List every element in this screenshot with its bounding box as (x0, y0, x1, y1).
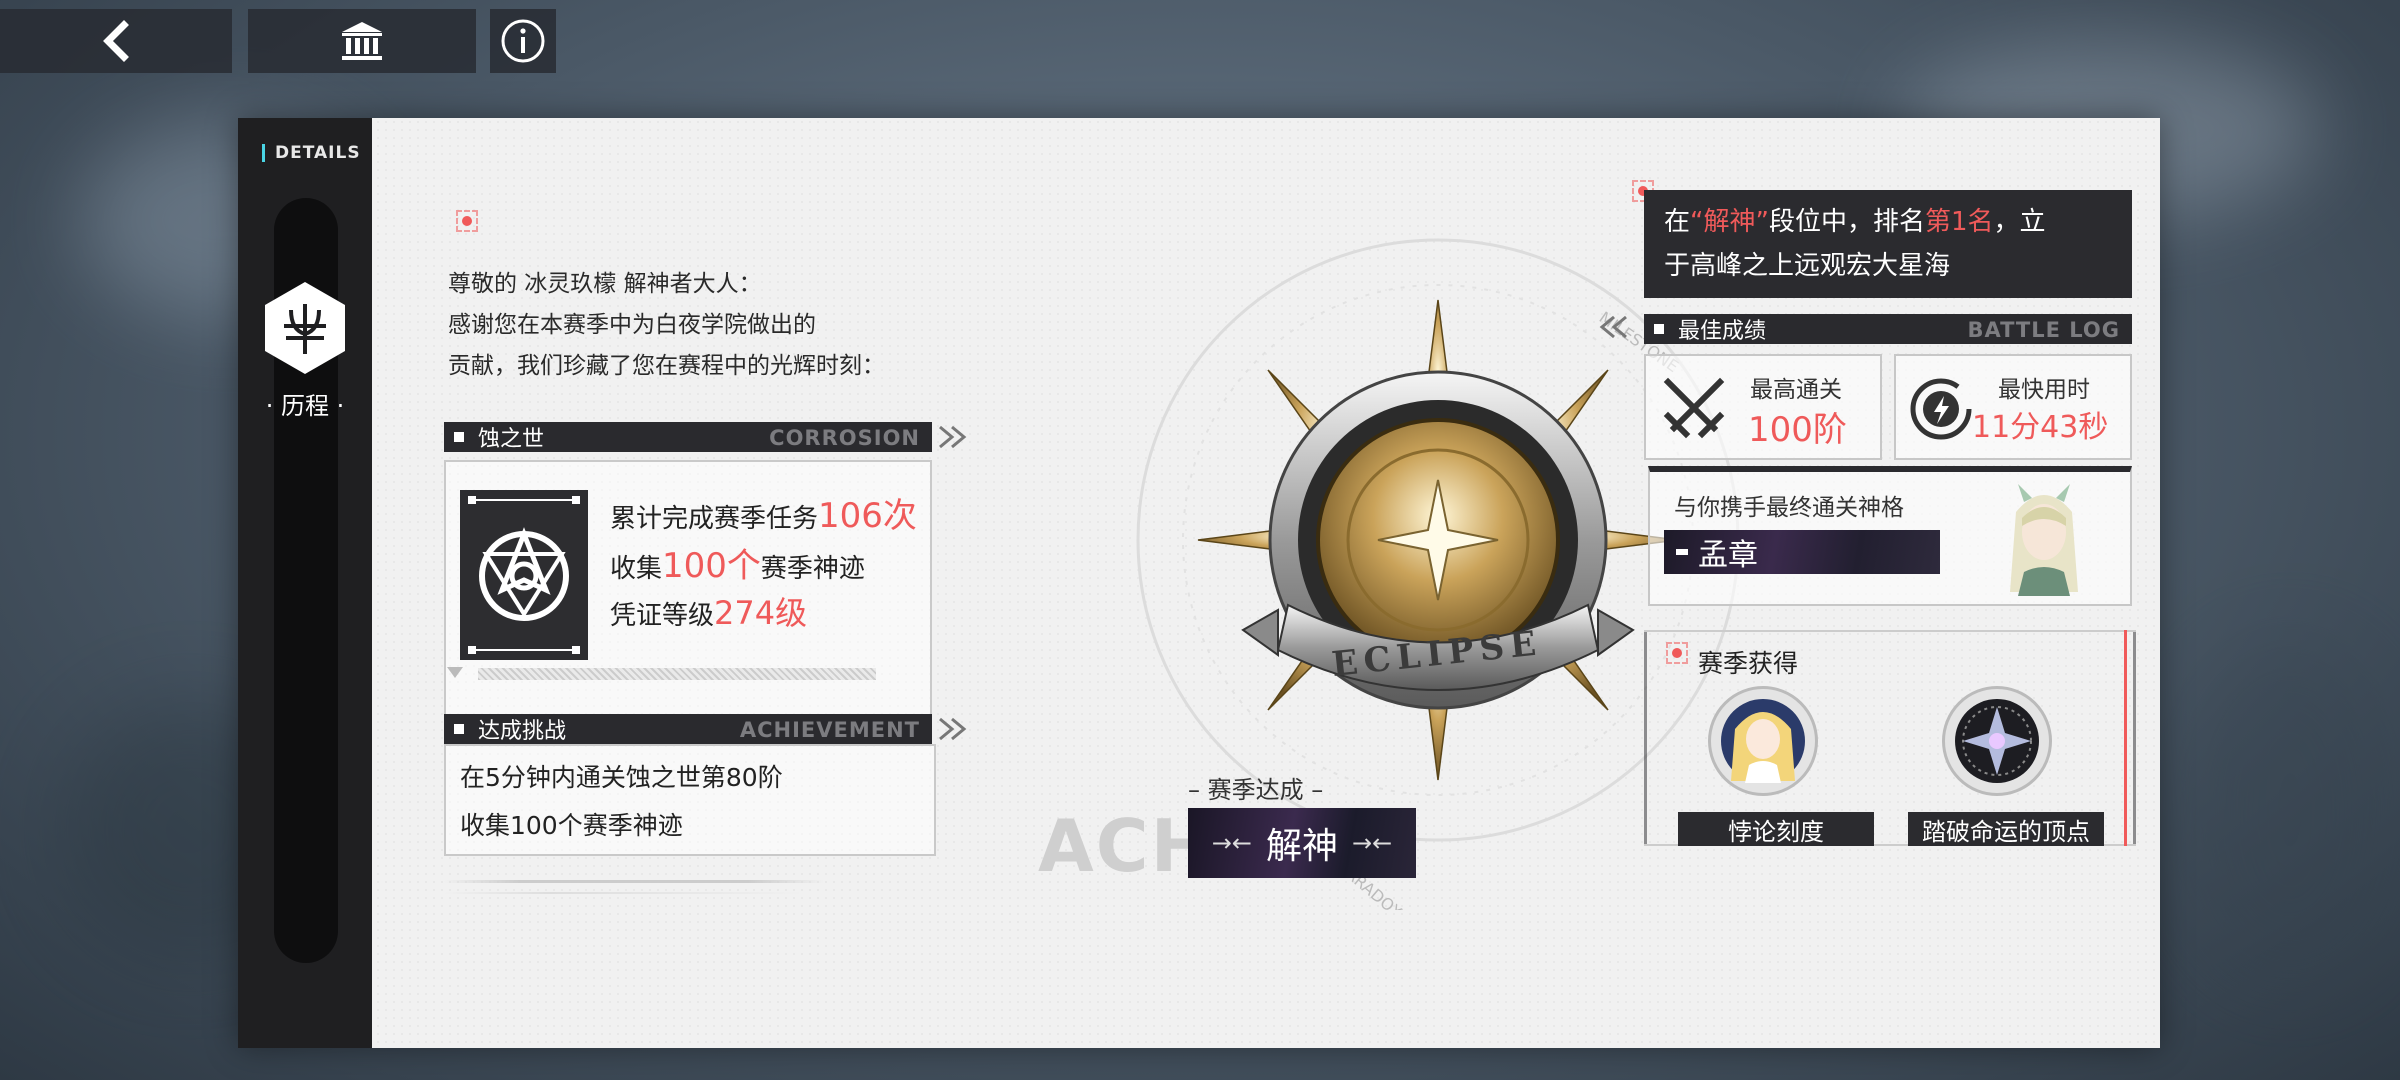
compass-emblem-icon (1955, 699, 2039, 783)
stat-prefix: 凭证等级 (610, 601, 715, 631)
bullet-square (1654, 324, 1664, 334)
bullet-dash (1676, 549, 1688, 555)
back-button[interactable] (0, 9, 232, 73)
partner-portrait (1994, 482, 2094, 596)
hatch-bar (478, 668, 876, 680)
museum-icon (342, 22, 382, 60)
reward-avatar-icon (1721, 699, 1805, 783)
season-rewards-box: 赛季获得 悖论刻度 踏破命运的顶点 (1644, 630, 2136, 846)
greeting-letter: 尊敬的 冰灵玖檬 解神者大人： 感谢您在本赛季中为白夜学院做出的 贡献，我们珍藏… (448, 264, 885, 387)
rank-info-text: 段位中，排名 (1768, 207, 1925, 237)
info-circle-icon (501, 19, 545, 63)
stat-voucher-level: 凭证等级274级 (610, 588, 807, 634)
tab-history[interactable] (262, 280, 348, 376)
tab-history-label: · 历程 · (265, 392, 345, 420)
home-button[interactable] (248, 9, 476, 73)
achievement-header: 达成挑战 ACHIEVEMENT (444, 714, 932, 744)
trident-emblem-icon (265, 282, 345, 374)
reward-item-destiny-peak[interactable] (1942, 686, 2052, 796)
achievement-line: 收集100个赛季神迹 (460, 811, 683, 840)
achievement-title: 达成挑战 (478, 719, 567, 744)
stat-prefix: 收集 (610, 554, 663, 584)
arrow-left-icon: →← (1211, 829, 1252, 857)
red-marker (456, 210, 478, 232)
stat-value: 100个 (662, 546, 761, 586)
stat-miracles: 收集100个赛季神迹 (610, 538, 865, 587)
achievement-subtitle: ACHIEVEMENT (739, 718, 920, 742)
stat-season-tasks: 累计完成赛季任务106次 (610, 488, 917, 537)
battle-log-title: 最佳成绩 (1678, 319, 1767, 344)
reward-item-paradox-scale[interactable] (1708, 686, 1818, 796)
info-button[interactable] (490, 9, 556, 73)
accent-line (2124, 630, 2127, 846)
corrosion-emblem (460, 490, 588, 660)
stat-prefix: 累计完成赛季任务 (610, 504, 819, 534)
double-chevron-left-icon (1599, 315, 1627, 339)
partner-card: 与你携手最终通关神格 孟章 (1648, 466, 2132, 606)
letter-line: 尊敬的 冰灵玖檬 解神者大人： (448, 271, 762, 297)
arrow-right-icon: →← (1352, 829, 1393, 857)
partner-name-banner: 孟章 (1664, 530, 1940, 574)
red-marker (1666, 642, 1688, 664)
reward-label: 悖论刻度 (1678, 812, 1874, 846)
lightning-clock-icon (1910, 378, 1972, 440)
rank-info-line: 在“解神”段位中，排名第1名，立 (1664, 200, 2112, 244)
double-chevron-right-icon (939, 717, 967, 741)
letter-line: 贡献，我们珍藏了您在赛程中的光辉时刻： (448, 353, 885, 379)
rank-info-text: 在 (1664, 207, 1691, 237)
achievement-line: 在5分钟内通关蚀之世第80阶 (460, 763, 783, 792)
chevron-left-icon (103, 20, 129, 62)
bullet-square (454, 432, 464, 442)
triskelion-icon (468, 496, 580, 654)
stat-value: 274级 (714, 594, 808, 632)
partner-label: 与你携手最终通关神格 (1674, 495, 1904, 521)
partner-name: 孟章 (1698, 538, 1758, 573)
stat-value: 106次 (818, 496, 917, 536)
divider (444, 892, 804, 894)
rank-info-highlight: 第1名 (1924, 207, 1994, 237)
battle-log-subtitle: BATTLE LOG (1967, 318, 2120, 342)
divider (444, 880, 824, 883)
stat-suffix: 赛季神迹 (760, 554, 865, 584)
season-rewards-title: 赛季获得 (1698, 649, 1799, 678)
highest-stage-label: 最高通关 (1750, 377, 1842, 403)
rank-info-line: 于高峰之上远观宏大星海 (1664, 251, 1951, 281)
sidebar: DETAILS · 历程 · (238, 118, 372, 1048)
rank-info-highlight: “解神” (1690, 207, 1769, 237)
rank-banner: →← 解神 →← (1188, 808, 1416, 878)
highest-stage-card: 最高通关 100阶 (1644, 354, 1882, 460)
triangle-down-icon (447, 667, 463, 678)
crossed-swords-icon (1663, 377, 1725, 439)
rank-info-text: ，立 (1993, 207, 2046, 237)
frame-line (1644, 630, 2136, 632)
corrosion-subtitle: CORROSION (769, 426, 920, 450)
corrosion-title: 蚀之世 (478, 427, 545, 452)
fastest-time-card: 最快用时 11分43秒 (1894, 354, 2132, 460)
details-label: DETAILS (262, 144, 361, 162)
double-chevron-right-icon (939, 425, 967, 449)
reward-label: 踏破命运的顶点 (1908, 812, 2104, 846)
fastest-time-value: 11分43秒 (1972, 410, 2109, 445)
rank-name: 解神 (1265, 826, 1338, 867)
battle-log-header: 最佳成绩 BATTLE LOG (1644, 314, 2132, 344)
season-achieved-title: – 赛季达成 – (1188, 776, 1324, 804)
season-summary-panel: DETAILS · 历程 · 尊敬的 冰灵玖檬 解神者大人： 感谢您在本赛季中为… (238, 118, 2160, 1048)
bullet-square (454, 724, 464, 734)
rank-info-box: 在“解神”段位中，排名第1名，立 于高峰之上远观宏大星海 (1644, 190, 2132, 298)
fastest-time-label: 最快用时 (1998, 377, 2090, 403)
highest-stage-value: 100阶 (1748, 410, 1847, 450)
character-portrait-icon (2010, 484, 2078, 596)
corrosion-header: 蚀之世 CORROSION (444, 422, 932, 452)
background-blur (2180, 640, 2400, 980)
letter-line: 感谢您在本赛季中为白夜学院做出的 (448, 312, 816, 338)
